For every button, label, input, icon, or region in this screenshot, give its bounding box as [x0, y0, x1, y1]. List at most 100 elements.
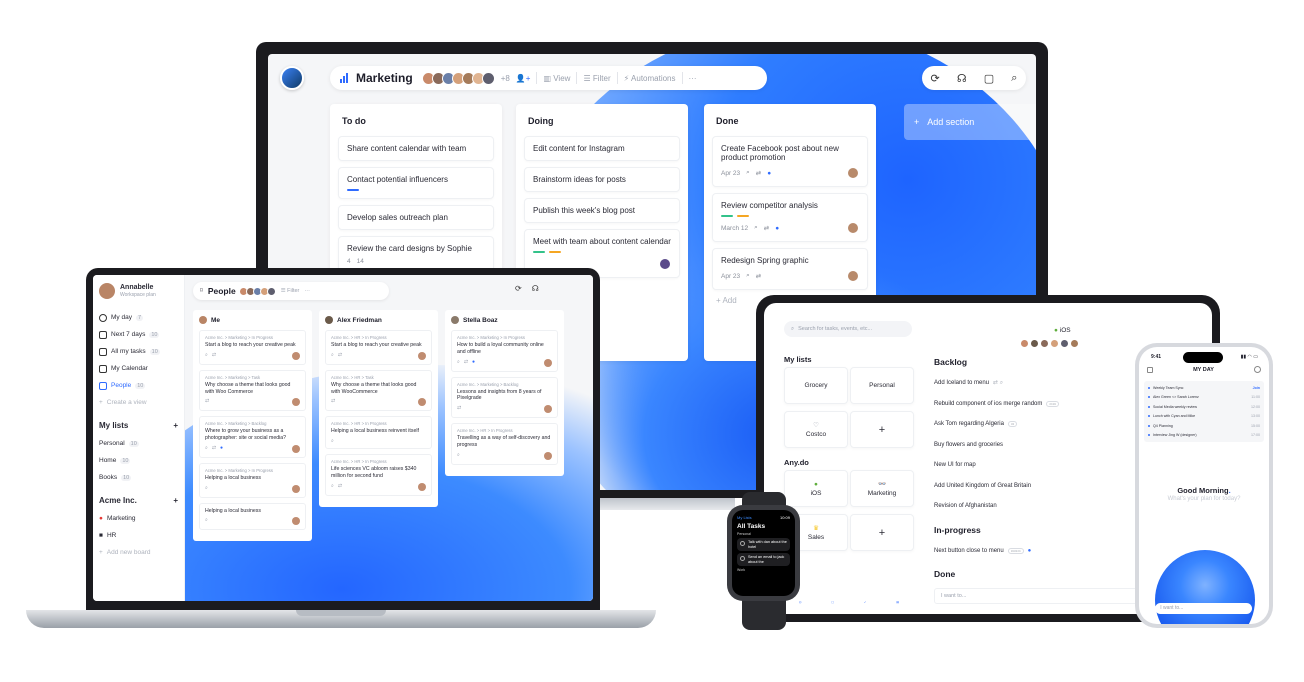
add-member-icon[interactable]: 👤+: [516, 74, 531, 83]
task-card[interactable]: Redesign Spring graphic Apr 23 ⌕ ⇄: [712, 248, 868, 290]
member-avatars[interactable]: [1020, 339, 1079, 348]
event-row[interactable]: Interview Jing W (designer) 17:00: [1148, 431, 1260, 441]
more-options-button[interactable]: ···: [689, 74, 697, 83]
task-card[interactable]: Acme Inc. > HR > In Progress Start a blog…: [325, 330, 432, 365]
add-board-button[interactable]: + Add new board: [99, 544, 178, 561]
task-card[interactable]: Brainstorm ideas for posts: [524, 167, 680, 192]
list-tile-ios[interactable]: ● iOS: [784, 470, 848, 507]
member-avatars[interactable]: [421, 71, 495, 85]
board-chart-icon: [340, 73, 350, 83]
more-options-button[interactable]: ···: [304, 288, 310, 294]
task-card[interactable]: Share content calendar with team: [338, 136, 494, 161]
watch-screen: My Lists 10:09 All Tasks Personal Talk wi…: [732, 510, 795, 596]
task-card[interactable]: Acme Inc. > Marketing > In Progress Helpi…: [199, 462, 306, 498]
task-card[interactable]: Acme Inc. > Marketing > In Progress Start…: [199, 330, 306, 365]
search-icon[interactable]: ⌕: [1011, 72, 1017, 85]
sidebar-list-home[interactable]: Home 10: [99, 452, 178, 469]
task-card[interactable]: Acme Inc. > Marketing > Task Why choose a…: [199, 369, 306, 412]
board-title: Marketing: [356, 71, 413, 85]
notification-icon[interactable]: ▢: [984, 72, 994, 85]
sidebar-board-hr[interactable]: ■ HR: [99, 527, 178, 544]
support-icon[interactable]: ☊: [957, 72, 967, 85]
laptop-device: Annabelle Workspace plan My day 7 Next 7 d…: [86, 268, 600, 610]
filter-button[interactable]: ☰ Filter: [281, 288, 300, 294]
user-avatar[interactable]: [280, 66, 304, 90]
more-members-count: +8: [500, 73, 510, 83]
status-icons: ▮▮ ◠ ▭: [1240, 354, 1258, 360]
task-card[interactable]: Helping a local business ⌕: [199, 502, 306, 531]
board-title: ● iOS: [1054, 327, 1071, 334]
add-list-button[interactable]: +: [850, 514, 914, 551]
add-section-button[interactable]: + Add section: [904, 104, 1036, 140]
task-card[interactable]: Acme Inc. > HR > In Progress Travelling a…: [451, 423, 558, 465]
sidebar-item-people[interactable]: People 10: [99, 377, 178, 394]
nav-my-day-icon[interactable]: ◎: [799, 600, 802, 604]
task-card[interactable]: Acme Inc. > Marketing > Backlog Lessons a…: [451, 376, 558, 418]
home-icon[interactable]: ⌂: [1145, 605, 1149, 612]
list-tile-personal[interactable]: Personal: [850, 367, 914, 404]
calendar-events: Weekly Team Sync Join Alex Green <> Sarah…: [1144, 381, 1264, 442]
filter-button[interactable]: ☰ Filter: [583, 74, 610, 83]
member-avatars[interactable]: [238, 286, 276, 296]
event-row[interactable]: Social Media weekly review 12:00: [1148, 402, 1260, 412]
task-card[interactable]: Develop sales outreach plan: [338, 205, 494, 230]
user-profile[interactable]: Annabelle Workspace plan: [99, 283, 178, 299]
add-list-icon[interactable]: +: [173, 421, 178, 430]
lightbulb-icon[interactable]: ♁: [1258, 605, 1263, 612]
add-task-input[interactable]: I want to...: [1155, 602, 1252, 614]
task-card[interactable]: Edit content for Instagram: [524, 136, 680, 161]
watch-back-link[interactable]: My Lists: [737, 515, 752, 520]
event-row[interactable]: Q4 Planning 15:00: [1148, 421, 1260, 431]
laptop-base: [26, 610, 656, 628]
checkbox-icon: [740, 556, 745, 562]
task-card[interactable]: Review competitor analysis March 12 ⌕ ⇄ ●: [712, 193, 868, 242]
task-card[interactable]: Create Facebook post about new product p…: [712, 136, 868, 187]
checkbox-icon: [740, 541, 745, 546]
task-card[interactable]: Acme Inc. > HR > In Progress Life science…: [325, 454, 432, 496]
add-list-button[interactable]: +: [850, 411, 914, 448]
list-tile-grocery[interactable]: Grocery: [784, 367, 848, 404]
task-card[interactable]: Publish this week's blog post: [524, 198, 680, 223]
event-row[interactable]: Alex Green <> Sarah Lorenz 11:00: [1148, 393, 1260, 403]
sidebar-item-all-tasks[interactable]: All my tasks 10: [99, 343, 178, 360]
sync-icon[interactable]: ⟳: [931, 72, 940, 85]
bottom-nav: ◎ ▢ ✓ ▤: [784, 600, 914, 604]
watch-task[interactable]: Send an email to jack about the: [737, 553, 790, 567]
list-icon: [99, 347, 107, 356]
sync-icon[interactable]: ⟳: [515, 284, 522, 293]
create-view-button[interactable]: + Create a view: [99, 394, 178, 411]
calendar-7-icon: [99, 330, 107, 339]
task-card[interactable]: Contact potential influencers: [338, 167, 494, 199]
nav-next-7-days-icon[interactable]: ▢: [831, 600, 834, 604]
task-card[interactable]: Acme Inc. > Marketing > Backlog Where to …: [199, 416, 306, 458]
dynamic-island: [1183, 352, 1223, 363]
status-time: 9:41: [1151, 354, 1162, 360]
sidebar-item-my-day[interactable]: My day 7: [99, 309, 178, 326]
add-task-input[interactable]: I want to...: [934, 588, 1139, 604]
sidebar-item-my-calendar[interactable]: My Calendar: [99, 360, 178, 377]
nav-calendar-icon[interactable]: ▤: [896, 600, 899, 604]
sidebar-board-marketing[interactable]: ● Marketing: [99, 510, 178, 527]
event-row[interactable]: Weekly Team Sync Join: [1148, 383, 1260, 393]
task-card[interactable]: Acme Inc. > Marketing > In Progress How t…: [451, 330, 558, 372]
sidebar-icon[interactable]: [1147, 366, 1153, 373]
sidebar-list-personal[interactable]: Personal 10: [99, 435, 178, 452]
task-card[interactable]: Acme Inc. > HR > In Progress Helping a lo…: [325, 416, 432, 449]
watch-task[interactable]: Talk with dan about the hotel: [737, 538, 790, 552]
support-icon[interactable]: ☊: [532, 284, 539, 293]
sidebar-item-next-7-days[interactable]: Next 7 days 10: [99, 326, 178, 343]
greeting-text: Good Morning.: [1177, 486, 1231, 495]
event-row[interactable]: Lunch with Cyan and Mike 13:00: [1148, 412, 1260, 422]
list-tile-marketing[interactable]: 👓 Marketing: [850, 470, 914, 507]
my-lists-header: My lists +: [99, 421, 178, 430]
nav-all-tasks-icon[interactable]: ✓: [864, 600, 867, 604]
task-card[interactable]: Acme Inc. > HR > Task Why choose a theme …: [325, 369, 432, 412]
list-tile-costco[interactable]: ♡ Costco: [784, 411, 848, 448]
plan-question: What's your plan for today?: [1167, 496, 1241, 502]
add-board-icon[interactable]: +: [173, 496, 178, 505]
sidebar-list-books[interactable]: Books 10: [99, 469, 178, 486]
search-input[interactable]: ⌕ Search for tasks, events, etc...: [784, 321, 912, 337]
automations-button[interactable]: ⚡ Automations: [624, 74, 676, 83]
profile-icon[interactable]: [1253, 366, 1261, 373]
view-button[interactable]: ▥ View: [543, 74, 570, 83]
